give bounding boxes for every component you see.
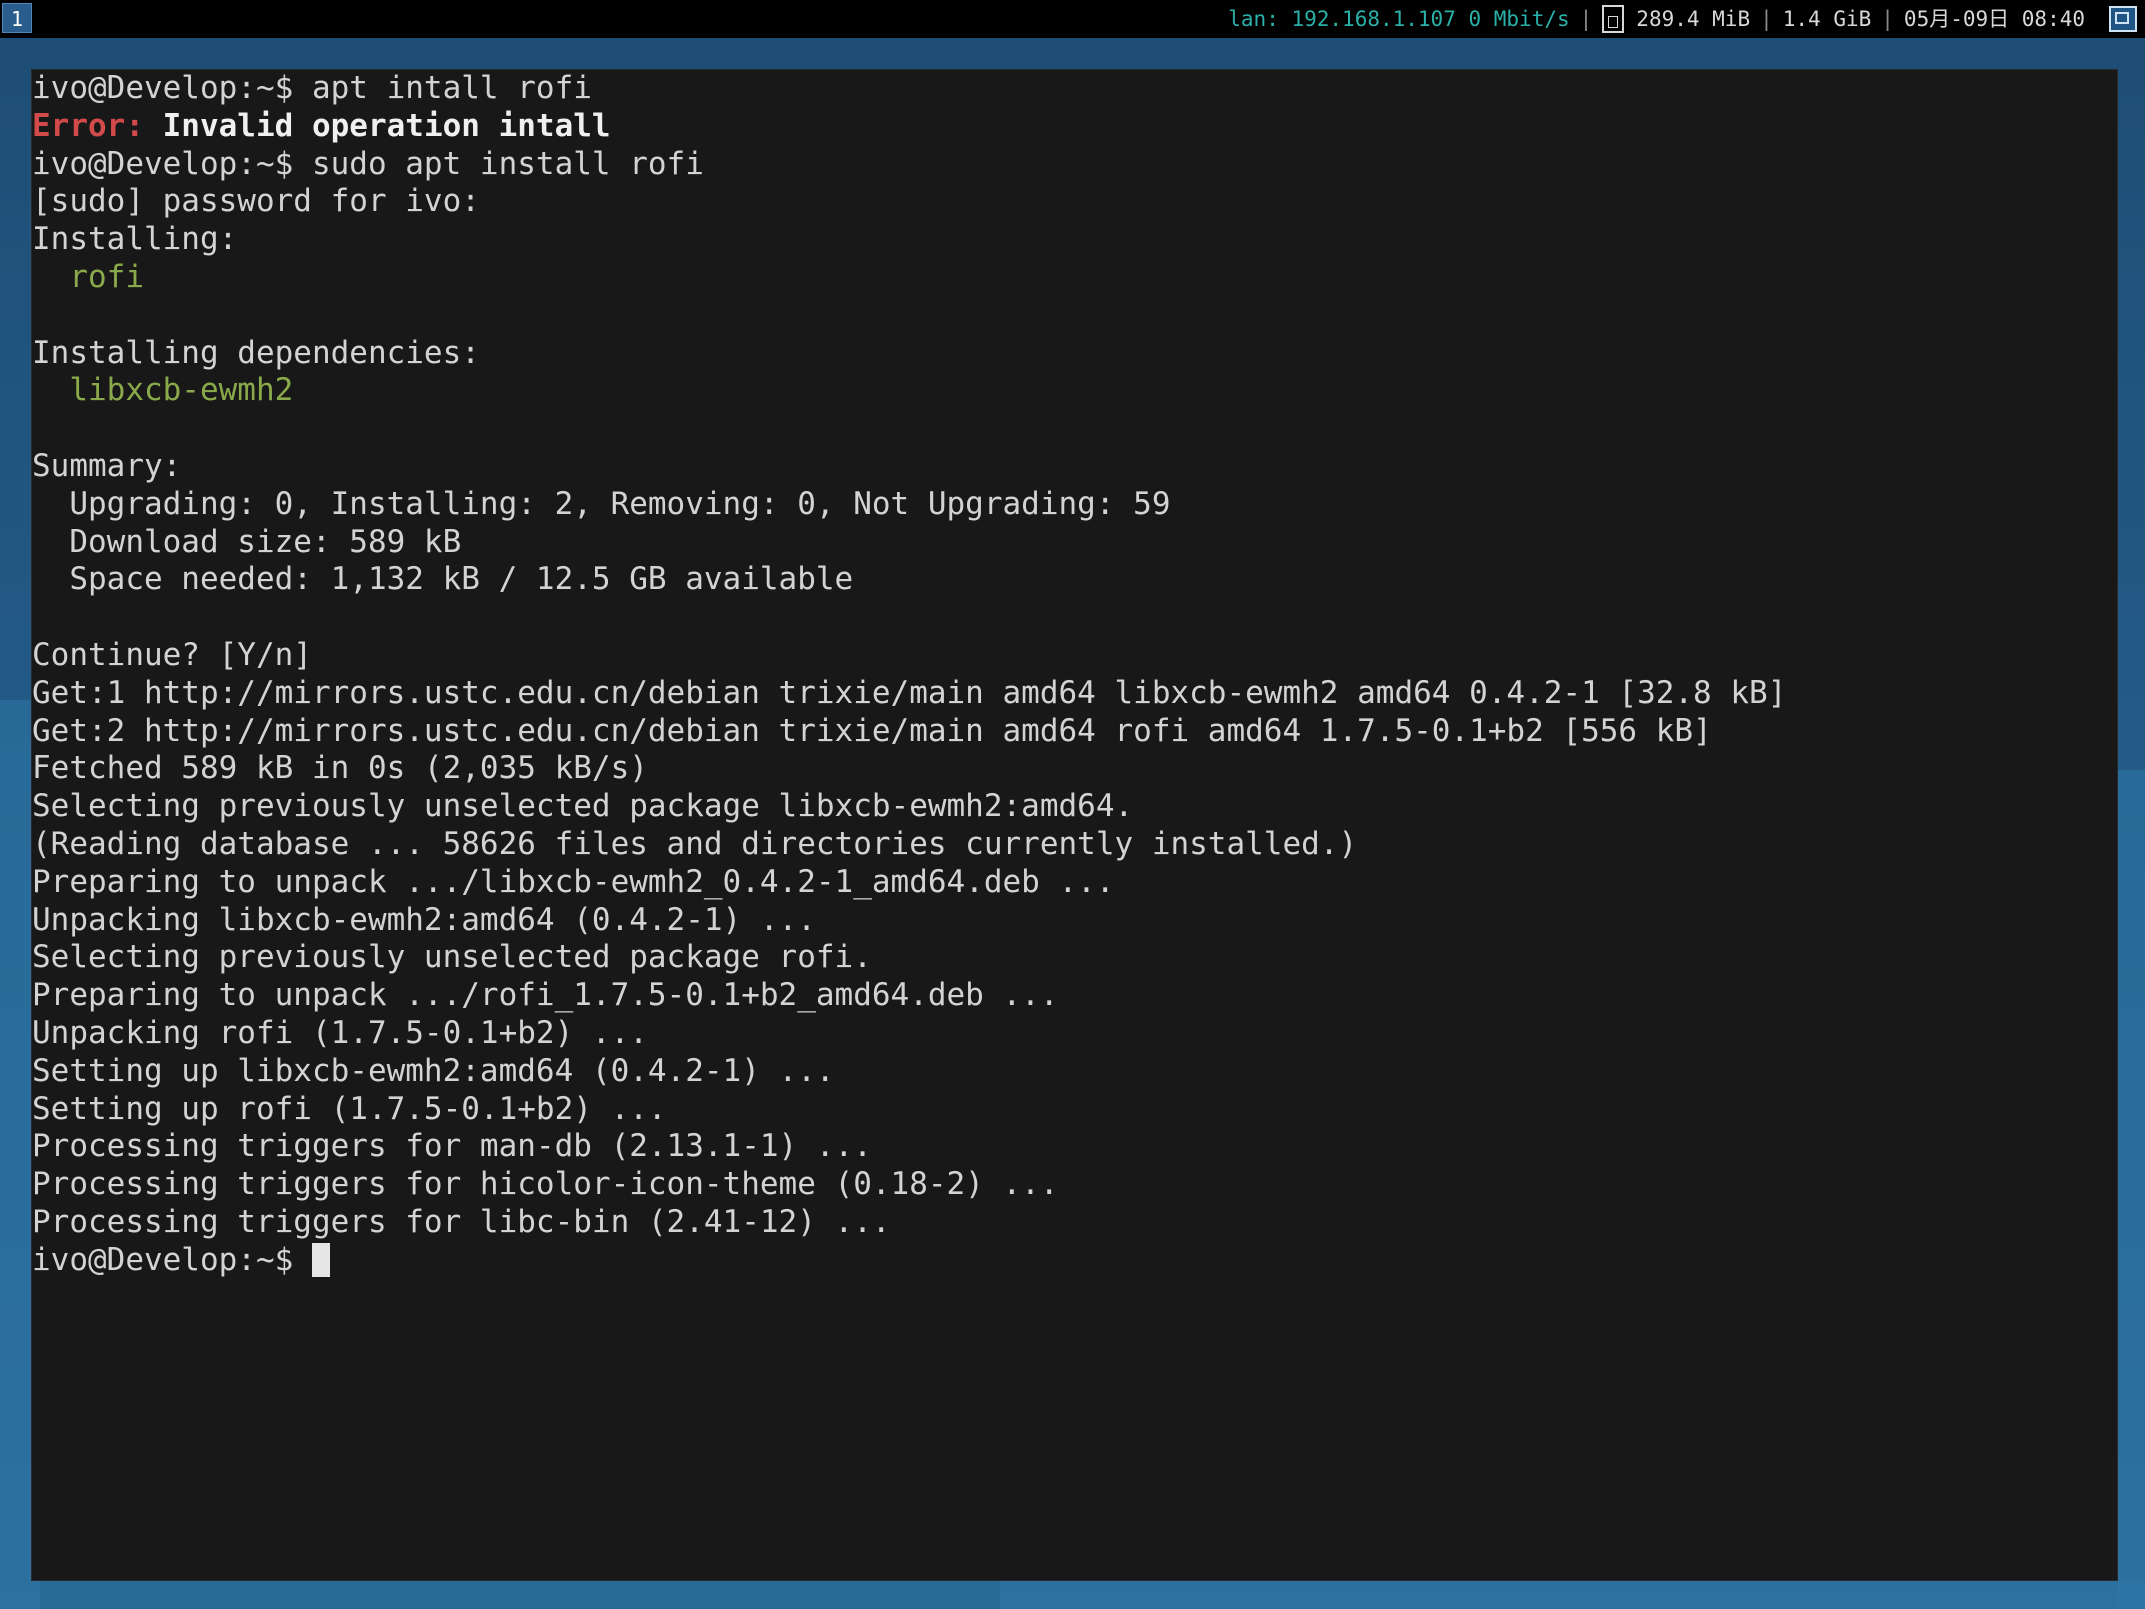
terminal-line: Download size: 589 kB — [32, 524, 1786, 562]
terminal-line: Preparing to unpack .../libxcb-ewmh2_0.4… — [32, 864, 1786, 902]
terminal-window[interactable]: ivo@Develop:~$ apt intall rofi Error: Inv… — [31, 69, 2118, 1581]
separator: | — [1760, 7, 1773, 31]
text-cursor — [311, 1242, 330, 1277]
line-text: Setting up libxcb-ewmh2:amd64 (0.4.2-1) … — [32, 1052, 835, 1089]
line-text: ivo@Develop:~$ sudo apt install rofi — [32, 145, 704, 182]
line-text: Fetched 589 kB in 0s (2,035 kB/s) — [32, 750, 648, 787]
terminal-line: Unpacking libxcb-ewmh2:amd64 (0.4.2-1) .… — [32, 902, 1786, 940]
wallpaper-shape — [2118, 770, 2145, 1609]
terminal-line: Error: Invalid operation intall — [32, 108, 1786, 146]
memory-total: 1.4 GiB — [1782, 7, 1872, 31]
line-text: Processing triggers for man-db (2.13.1-1… — [32, 1128, 872, 1165]
line-text: Continue? [Y/n] — [32, 636, 312, 673]
terminal-line: Setting up libxcb-ewmh2:amd64 (0.4.2-1) … — [32, 1053, 1786, 1091]
prompt-line[interactable]: ivo@Develop:~$ — [32, 1242, 1786, 1280]
terminal-line: rofi — [32, 259, 1786, 297]
package-name: rofi — [69, 258, 144, 295]
error-label: Error: — [32, 107, 144, 144]
line-text: Download size: 589 kB — [32, 523, 462, 560]
line-text: Preparing to unpack .../libxcb-ewmh2_0.4… — [32, 863, 1115, 900]
terminal-line: ivo@Develop:~$ sudo apt install rofi — [32, 146, 1786, 184]
terminal-line: Preparing to unpack .../rofi_1.7.5-0.1+b… — [32, 977, 1786, 1015]
terminal-line: [sudo] password for ivo: — [32, 183, 1786, 221]
terminal-line: ivo@Develop:~$ apt intall rofi — [32, 70, 1786, 108]
memory-icon — [1602, 5, 1625, 33]
terminal-line: Installing: — [32, 221, 1786, 259]
workspace-1-button[interactable]: 1 — [2, 3, 32, 33]
separator: | — [1579, 7, 1593, 31]
line-text: Get:1 http://mirrors.ustc.edu.cn/debian … — [32, 674, 1787, 711]
line-text: Setting up rofi (1.7.5-0.1+b2) ... — [32, 1090, 667, 1127]
line-text: Preparing to unpack .../rofi_1.7.5-0.1+b… — [32, 977, 1059, 1014]
separator: | — [1881, 7, 1894, 31]
line-text: Installing: — [32, 221, 238, 258]
terminal-line: Get:2 http://mirrors.ustc.edu.cn/debian … — [32, 713, 1786, 751]
top-status-bar: 1 lan: 192.168.1.107 0 Mbit/s | 289.4 Mi… — [0, 0, 2145, 38]
terminal-line: Space needed: 1,132 kB / 12.5 GB availab… — [32, 561, 1786, 599]
terminal-line: Selecting previously unselected package … — [32, 939, 1786, 977]
terminal-line: Continue? [Y/n] — [32, 637, 1786, 675]
terminal-line: Selecting previously unselected package … — [32, 788, 1786, 826]
terminal-line: libxcb-ewmh2 — [32, 372, 1786, 410]
line-text: [sudo] password for ivo: — [32, 183, 480, 220]
line-text: Upgrading: 0, Installing: 2, Removing: 0… — [32, 485, 1171, 522]
error-message: Invalid operation intall — [143, 107, 611, 144]
terminal-line: Unpacking rofi (1.7.5-0.1+b2) ... — [32, 1015, 1786, 1053]
terminal-line: (Reading database ... 58626 files and di… — [32, 826, 1786, 864]
status-area: lan: 192.168.1.107 0 Mbit/s | 289.4 MiB … — [1228, 0, 2137, 38]
terminal-line: Fetched 589 kB in 0s (2,035 kB/s) — [32, 750, 1786, 788]
terminal-line: Upgrading: 0, Installing: 2, Removing: 0… — [32, 486, 1786, 524]
line-text: Space needed: 1,132 kB / 12.5 GB availab… — [32, 561, 854, 598]
network-status: lan: 192.168.1.107 0 Mbit/s — [1228, 7, 1570, 31]
memory-used: 289.4 MiB — [1636, 7, 1751, 31]
terminal-line: Processing triggers for hicolor-icon-the… — [32, 1166, 1786, 1204]
shell-prompt: ivo@Develop:~$ — [32, 1241, 312, 1278]
line-text: Processing triggers for libc-bin (2.41-1… — [32, 1203, 891, 1240]
terminal-output: ivo@Develop:~$ apt intall rofi Error: Inv… — [32, 70, 1786, 1280]
line-text: Unpacking rofi (1.7.5-0.1+b2) ... — [32, 1014, 648, 1051]
clock: 05月-09日 08:40 — [1903, 7, 2085, 31]
line-text: Get:2 http://mirrors.ustc.edu.cn/debian … — [32, 712, 1712, 749]
wallpaper-shape — [1000, 1581, 2145, 1609]
terminal-line: Get:1 http://mirrors.ustc.edu.cn/debian … — [32, 675, 1786, 713]
terminal-line: Installing dependencies: — [32, 335, 1786, 373]
line-text: ivo@Develop:~$ apt intall rofi — [32, 70, 592, 106]
line-text: (Reading database ... 58626 files and di… — [32, 825, 1358, 862]
window-layout-icon[interactable] — [2109, 6, 2137, 32]
line-text: Processing triggers for hicolor-icon-the… — [32, 1166, 1059, 1203]
terminal-line: Processing triggers for man-db (2.13.1-1… — [32, 1128, 1786, 1166]
line-text: Summary: — [32, 447, 182, 484]
line-text: Selecting previously unselected package … — [32, 788, 1134, 825]
terminal-line: Processing triggers for libc-bin (2.41-1… — [32, 1204, 1786, 1242]
line-text: Installing dependencies: — [32, 334, 480, 371]
line-text: Selecting previously unselected package … — [32, 939, 872, 976]
line-text: Unpacking libxcb-ewmh2:amd64 (0.4.2-1) .… — [32, 901, 816, 938]
package-name: libxcb-ewmh2 — [69, 372, 294, 409]
terminal-line: Summary: — [32, 448, 1786, 486]
terminal-line: Setting up rofi (1.7.5-0.1+b2) ... — [32, 1091, 1786, 1129]
